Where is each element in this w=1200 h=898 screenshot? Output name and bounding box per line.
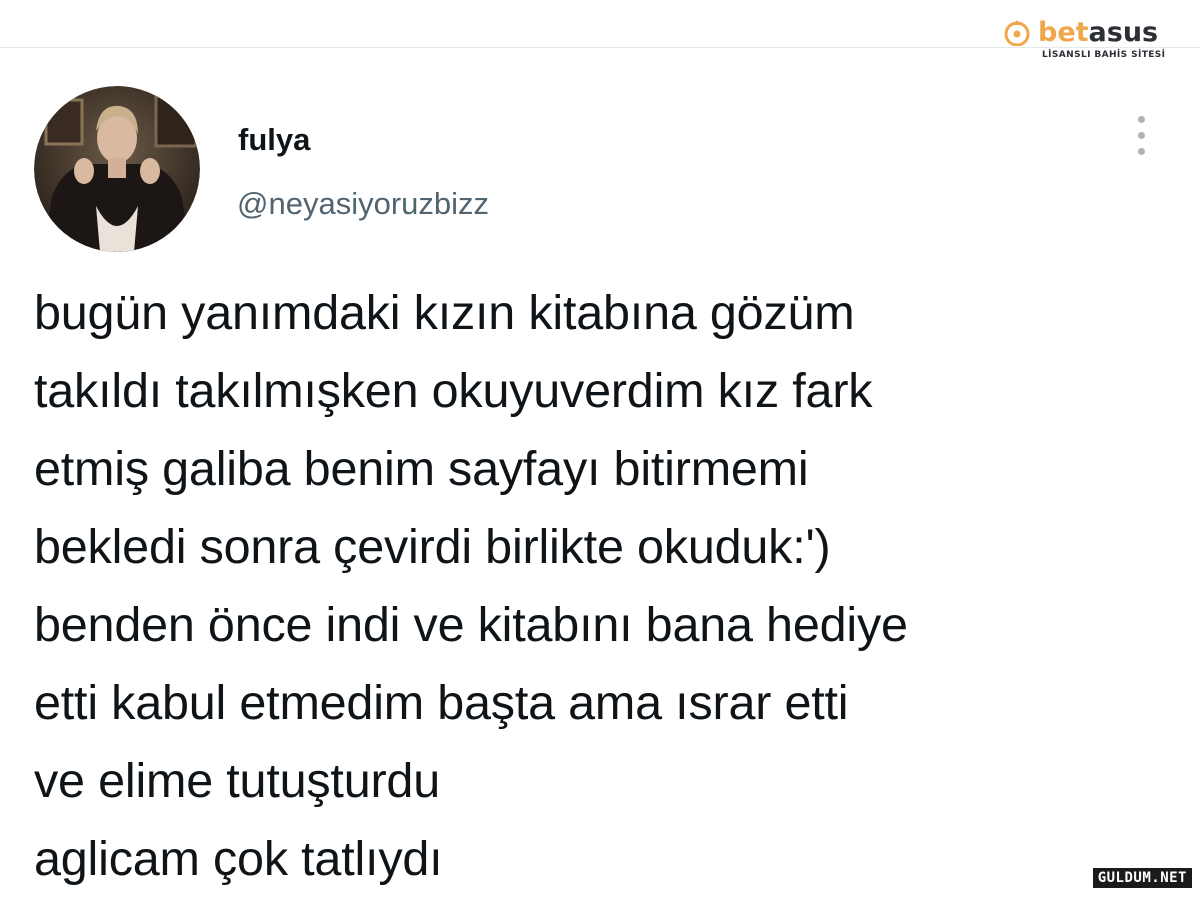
brand-name: betasus	[1038, 18, 1158, 48]
more-dot	[1138, 148, 1145, 155]
corner-watermark: GULDUM.NET	[1092, 868, 1192, 888]
tweet-text: bugün yanımdaki kızın kitabına gözüm tak…	[34, 274, 1174, 898]
tweet-text-line: etmiş galiba benim sayfayı bitirmemi	[34, 442, 809, 496]
more-dot	[1138, 116, 1145, 123]
brand-subtitle: LİSANSLI BAHİS SİTESİ	[1042, 50, 1166, 60]
tweet-text-line: takıldı takılmışken okuyuverdim kız fark	[34, 364, 873, 418]
brand-logo-icon	[1004, 20, 1030, 46]
brand-watermark: betasus LİSANSLI BAHİS SİTESİ	[998, 12, 1178, 64]
brand-name-part1: bet	[1038, 17, 1089, 48]
more-vertical-icon[interactable]	[1132, 116, 1152, 158]
more-dot	[1138, 132, 1145, 139]
user-handle[interactable]: @neyasiyoruzbizz	[237, 186, 489, 222]
tweet-text-line: benden önce indi ve kitabını bana hediye	[34, 598, 908, 652]
tweet-text-line: ve elime tutuşturdu	[34, 754, 440, 808]
tweet-text-line: aglicam çok tatlıydı	[34, 832, 443, 886]
tweet-text-line: bugün yanımdaki kızın kitabına gözüm	[34, 286, 855, 340]
brand-name-part2: asus	[1088, 17, 1159, 48]
display-name[interactable]: fulya	[238, 122, 310, 158]
tweet-text-line: bekledi sonra çevirdi birlikte okuduk:')	[34, 520, 831, 574]
avatar-photo	[34, 86, 200, 252]
avatar[interactable]	[34, 86, 200, 252]
tweet-text-line: etti kabul etmedim başta ama ısrar etti	[34, 676, 849, 730]
